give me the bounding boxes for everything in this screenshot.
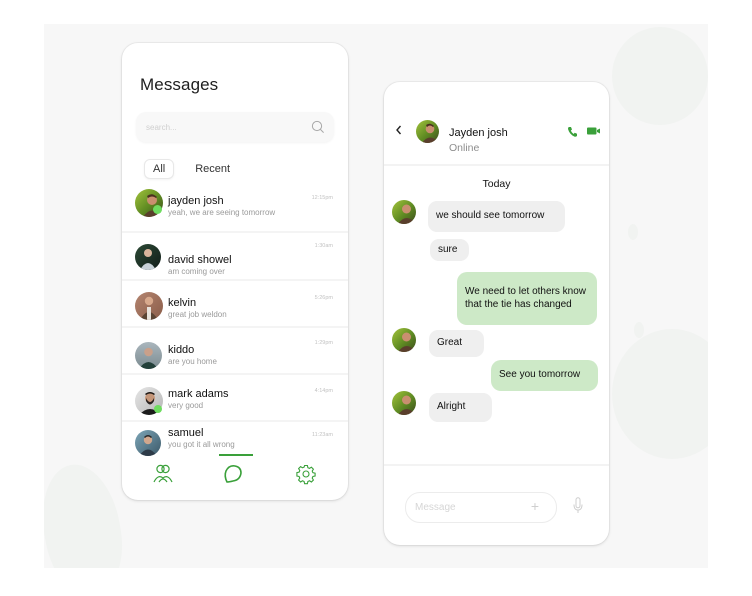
decorative-oval <box>44 458 131 568</box>
message-preview: very good <box>168 401 204 410</box>
conversation-row[interactable]: mark adams very good 4:14pm <box>122 375 348 422</box>
decorative-dot <box>628 224 638 240</box>
page-title: Messages <box>140 75 219 94</box>
sender-avatar <box>392 200 416 224</box>
search-bar[interactable] <box>136 112 334 142</box>
message-time: 1:30am <box>314 243 333 249</box>
message-preview: you got it all wrong <box>168 440 235 449</box>
message-time: 11:23am <box>312 432 333 438</box>
message-bubble-incoming: Great <box>429 330 484 357</box>
decorative-dot <box>634 322 644 338</box>
decorative-circle <box>612 27 708 125</box>
search-icon[interactable] <box>311 120 325 134</box>
message-time: 1:29pm <box>314 340 333 346</box>
avatar <box>135 292 163 320</box>
search-input[interactable] <box>136 112 296 142</box>
chat-header: Jayden josh Online <box>384 82 609 166</box>
settings-gear-icon[interactable] <box>295 463 317 485</box>
conversation-row[interactable]: david showel am coming over 1:30am <box>122 233 348 281</box>
decorative-circle <box>612 329 708 459</box>
conversation-list: jayden josh yeah, we are seeing tomorrow… <box>122 186 348 469</box>
phone-call-icon[interactable] <box>567 126 577 137</box>
online-indicator <box>153 205 162 214</box>
conversation-row[interactable]: kiddo are you home 1:29pm <box>122 328 348 375</box>
message-text: See you tomorrow <box>499 369 581 381</box>
conversation-row[interactable]: jayden josh yeah, we are seeing tomorrow… <box>122 186 348 233</box>
contacts-icon[interactable] <box>152 463 174 485</box>
contact-name: jayden josh <box>168 195 224 207</box>
active-tab-indicator <box>219 454 253 456</box>
message-text: sure <box>438 243 458 255</box>
messages-screen: Messages All Recent jayden josh yeah, we… <box>122 43 348 500</box>
message-preview: great job weldon <box>168 310 227 319</box>
message-text: Alright <box>437 401 466 413</box>
message-composer[interactable]: + <box>405 492 557 523</box>
contact-name: samuel <box>168 427 204 439</box>
contact-name: david showel <box>168 254 232 266</box>
attach-plus-icon[interactable]: + <box>531 498 539 514</box>
message-preview: am coming over <box>168 267 225 276</box>
conversation-row[interactable]: kelvin great job weldon 5:26pm <box>122 281 348 328</box>
message-text: we should see tomorrow <box>436 210 545 222</box>
message-time: 4:14pm <box>314 388 333 394</box>
message-time: 5:26pm <box>314 295 333 301</box>
back-chevron-icon[interactable] <box>394 124 404 136</box>
tab-all[interactable]: All <box>144 159 175 179</box>
video-call-icon[interactable] <box>587 127 600 135</box>
contact-status: Online <box>449 142 480 154</box>
avatar <box>135 244 161 270</box>
contact-name: Jayden josh <box>449 127 508 139</box>
date-separator: Today <box>482 178 511 190</box>
message-preview: are you home <box>168 357 217 366</box>
online-indicator <box>154 405 162 413</box>
message-bubble-incoming: Alright <box>429 393 492 422</box>
filter-tabs: All Recent <box>144 159 230 179</box>
message-bubble-outgoing: See you tomorrow <box>491 360 598 391</box>
chat-bubble-icon[interactable] <box>221 462 245 486</box>
contact-name: kiddo <box>168 344 195 356</box>
message-text: Great <box>437 337 463 349</box>
message-bubble-incoming: sure <box>430 239 469 261</box>
chat-screen: Jayden josh Online Today we should see t… <box>384 82 609 545</box>
sender-avatar <box>392 328 416 352</box>
message-bubble-incoming: we should see tomorrow <box>428 201 565 232</box>
message-text: We need to let others know that the tie … <box>465 286 586 310</box>
message-input[interactable] <box>406 493 516 522</box>
microphone-icon[interactable] <box>573 497 583 514</box>
message-preview: yeah, we are seeing tomorrow <box>168 208 276 217</box>
contact-name: kelvin <box>168 297 197 309</box>
message-bubble-outgoing: We need to let others know that the tie … <box>457 272 597 325</box>
contact-name: mark adams <box>168 388 229 400</box>
avatar <box>135 342 162 369</box>
tab-recent[interactable]: Recent <box>195 163 230 175</box>
sender-avatar <box>392 391 416 415</box>
message-time: 12:15pm <box>311 195 333 201</box>
contact-avatar <box>416 120 439 143</box>
bottom-nav <box>122 453 348 500</box>
composer-divider <box>384 464 609 466</box>
